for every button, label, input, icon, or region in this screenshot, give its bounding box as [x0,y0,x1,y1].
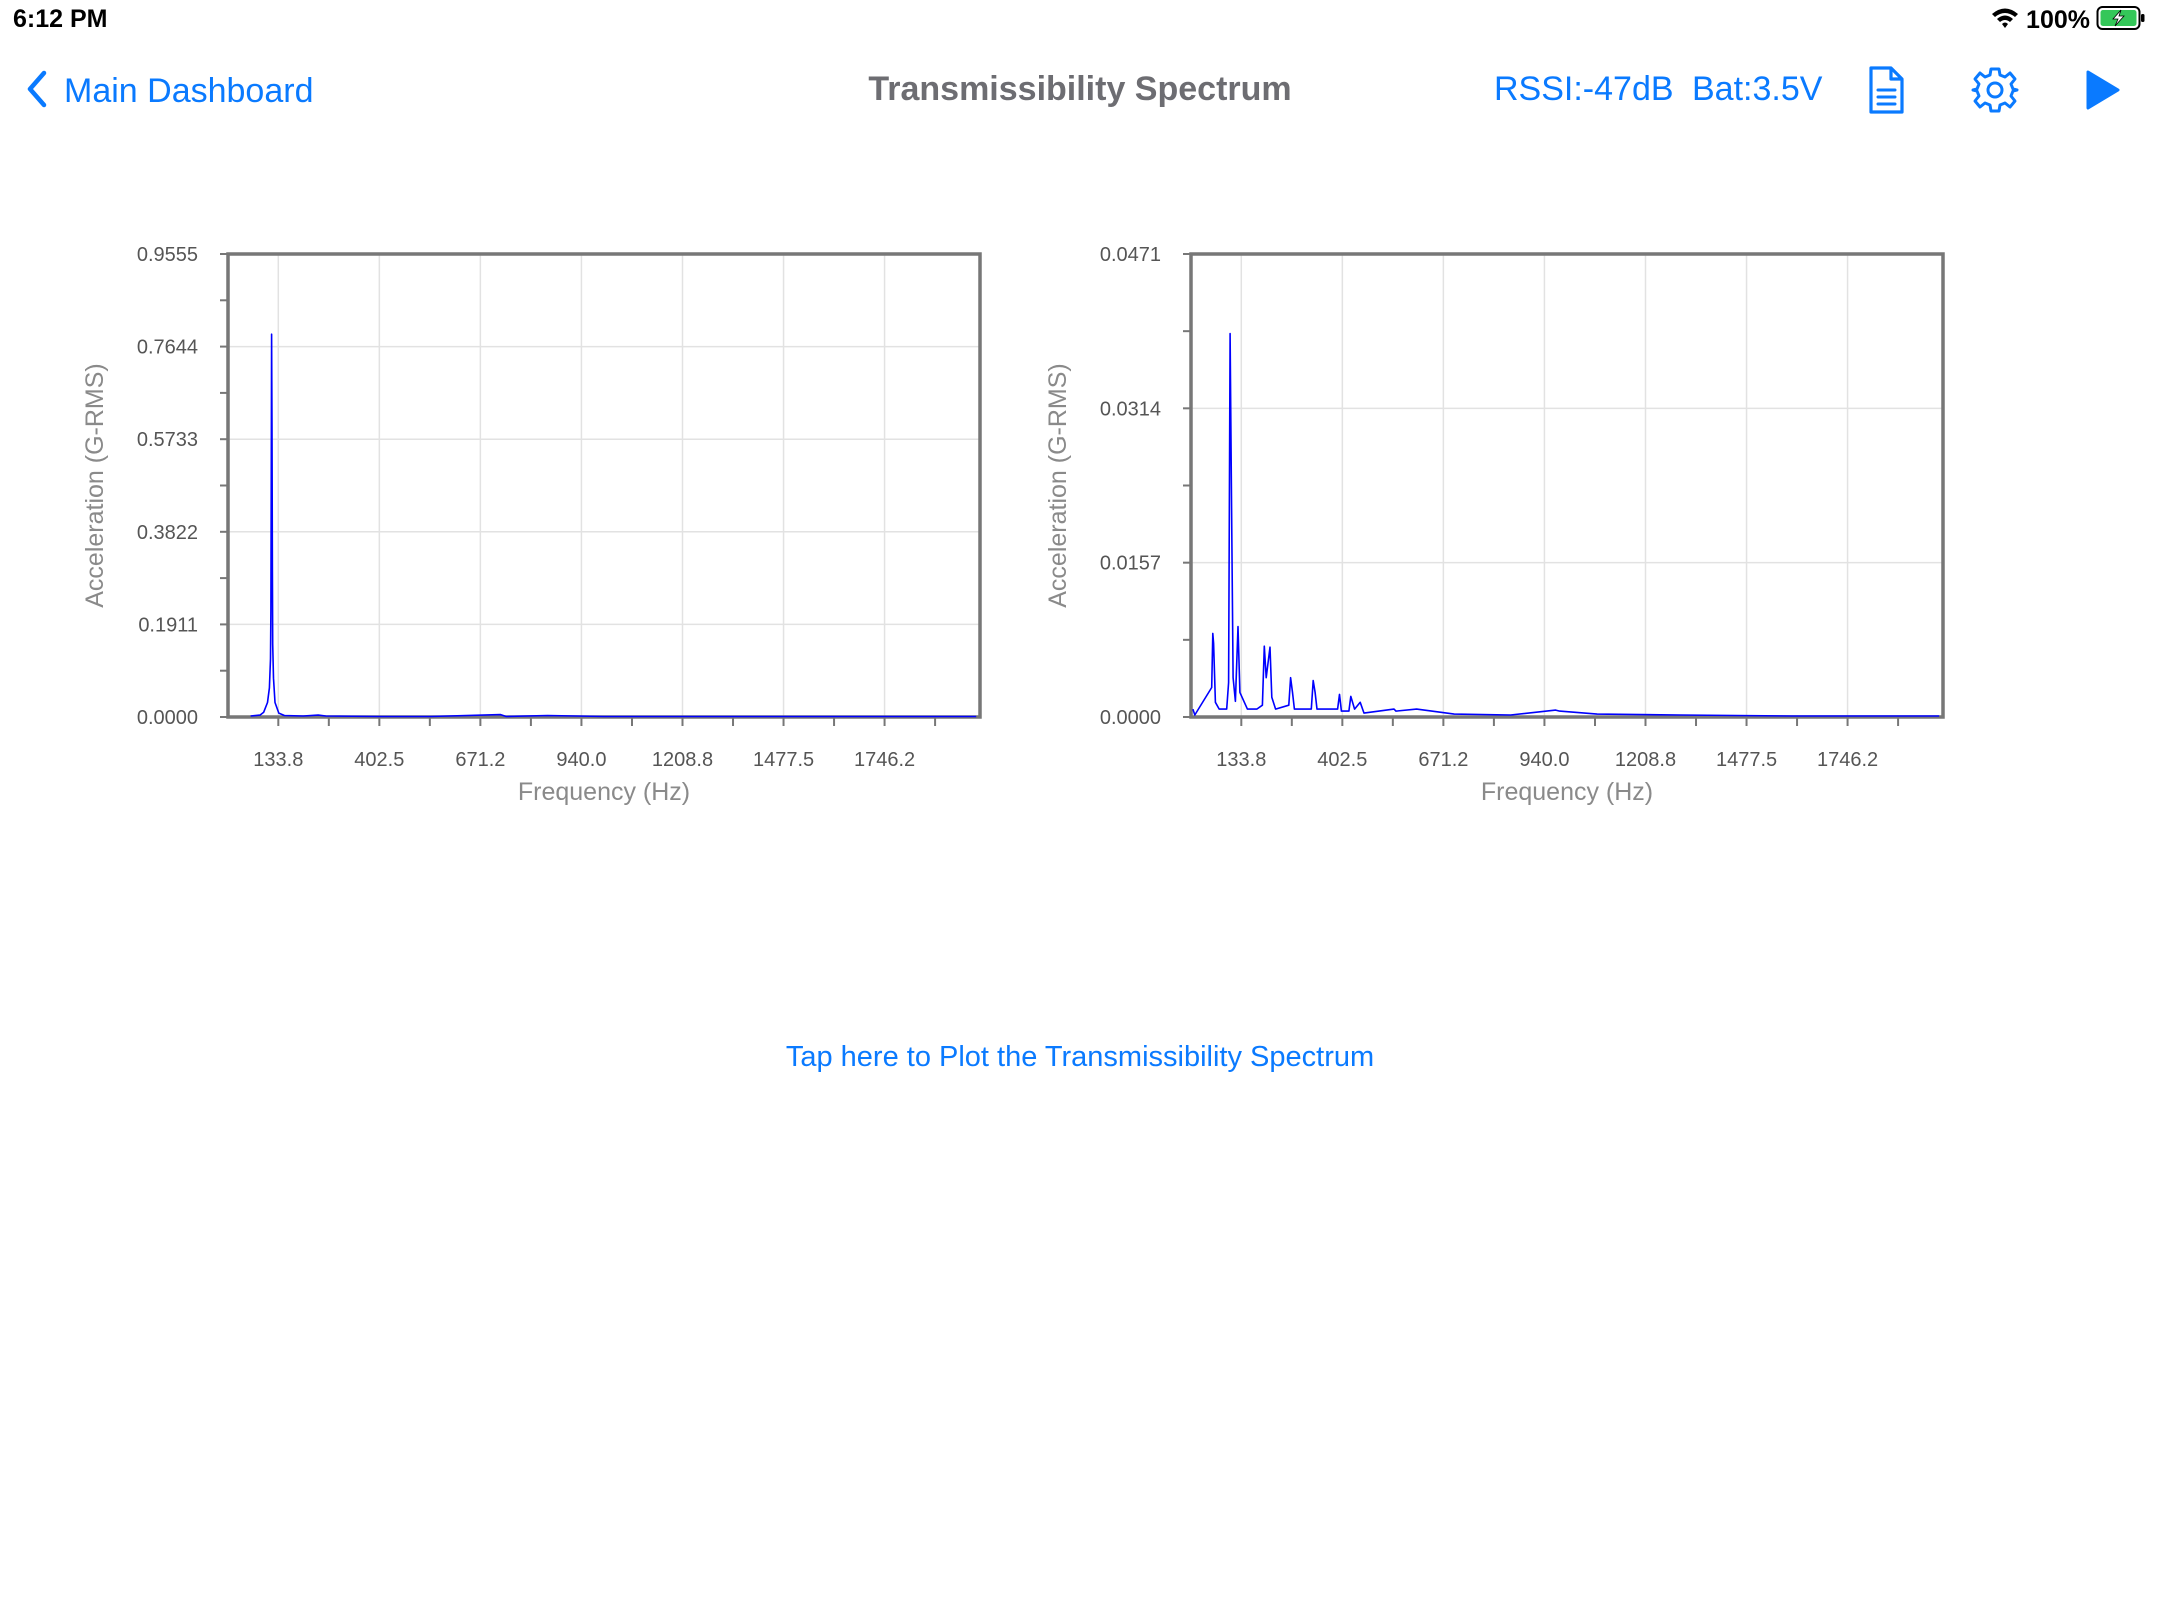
x-tick-label: 1208.8 [1615,749,1676,771]
play-button[interactable] [2072,62,2132,122]
y-axis-title: Acceleration (G-RMS) [1044,363,1072,608]
status-right: 100% [1990,4,2146,36]
status-bar: 6:12 PM 100% [0,0,2160,40]
plot-spectrum-link[interactable]: Tap here to Plot the Transmissibility Sp… [786,1041,1374,1073]
x-tick-label: 133.8 [253,749,303,771]
battery-voltage-readout: Bat:3.5V [1692,70,1823,108]
battery-percent: 100% [2026,5,2090,34]
document-icon [1866,65,1906,120]
plot-frame [1189,252,1945,719]
plot-link-row: Tap here to Plot the Transmissibility Sp… [0,1041,2160,1074]
spectrum-series-line [250,333,977,718]
y-tick-label: 0.1911 [138,614,198,636]
y-axis-title: Acceleration (G-RMS) [81,363,109,608]
status-time: 6:12 PM [13,5,108,33]
x-tick-label: 940.0 [556,749,606,771]
y-tick-label: 0.7644 [137,337,198,359]
settings-button[interactable] [1965,62,2025,122]
y-tick-label: 0.0157 [1100,553,1161,575]
gear-icon [1970,65,2020,120]
y-tick-label: 0.0000 [1100,707,1161,729]
back-label: Main Dashboard [64,71,314,110]
play-icon [2082,68,2122,117]
x-tick-label: 671.2 [1418,749,1468,771]
x-tick-label: 402.5 [354,749,404,771]
x-tick-label: 671.2 [455,749,505,771]
x-axis-title: Frequency (Hz) [518,778,690,806]
x-tick-label: 1477.5 [753,749,814,771]
y-tick-label: 0.0314 [1100,398,1161,420]
x-tick-label: 402.5 [1317,749,1367,771]
x-tick-label: 1746.2 [1817,749,1878,771]
x-tick-label: 940.0 [1519,749,1569,771]
chart-right: 133.8 402.5 671.2 940.0 1208.8 1477.5 1746.2 0.… [1043,230,2003,830]
battery-charging-icon [2096,5,2146,36]
x-axis-title: Frequency (Hz) [1481,778,1653,806]
chart-left: 133.8 402.5 671.2 940.0 1208.8 1477.5 1746.2 0.… [80,230,1040,830]
spectrum-series-line [1192,332,1940,717]
y-tick-label: 0.5733 [137,429,198,451]
x-tick-label: 1746.2 [854,749,915,771]
x-tick-label: 1477.5 [1716,749,1777,771]
wifi-icon [1990,6,2020,35]
page-title: Transmissibility Spectrum [868,70,1292,108]
nav-bar: Main Dashboard Transmissibility Spectrum… [0,50,2160,132]
y-tick-label: 0.9555 [137,244,198,266]
back-button[interactable]: Main Dashboard [24,64,313,118]
chevron-left-icon [24,69,50,114]
y-tick-label: 0.3822 [137,522,198,544]
y-tick-label: 0.0471 [1100,244,1161,266]
spectrum-chart-1: 133.8 402.5 671.2 940.0 1208.8 1477.5 1746.2 0.… [81,244,982,806]
document-button[interactable] [1856,62,1916,122]
spectrum-chart-2: 133.8 402.5 671.2 940.0 1208.8 1477.5 1746.2 0.… [1044,244,1945,806]
x-tick-label: 133.8 [1216,749,1266,771]
x-tick-label: 1208.8 [652,749,713,771]
plot-frame [226,252,982,719]
rssi-readout: RSSI:-47dB [1494,70,1674,108]
y-tick-label: 0.0000 [137,707,198,729]
